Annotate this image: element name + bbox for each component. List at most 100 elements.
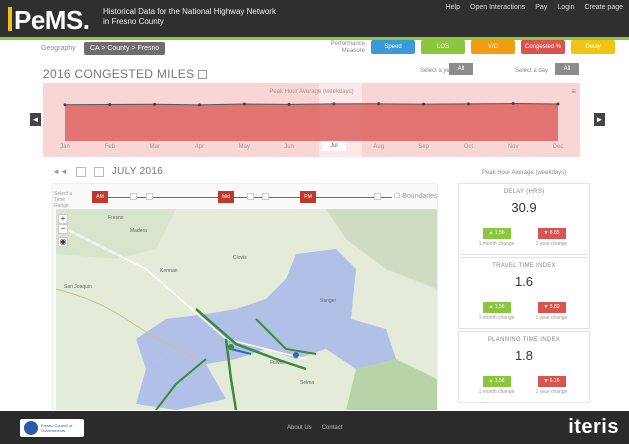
chart-point[interactable] <box>197 103 201 107</box>
chart-next-arrow[interactable]: ► <box>594 113 605 126</box>
measure-button-vc[interactable]: V/C <box>471 40 515 54</box>
map-place-label: Clovis <box>233 255 247 261</box>
pems-logo[interactable]: PeMS. <box>14 5 90 36</box>
month-tick-label[interactable]: Sep <box>418 144 429 150</box>
chart-point[interactable] <box>377 102 381 106</box>
chart-point[interactable] <box>242 102 246 106</box>
month-tick-label[interactable]: Jun <box>284 144 294 150</box>
header-subtitle-line2: in Fresno County <box>103 17 164 26</box>
year-change-badge: ▼ 5.80 <box>537 302 566 313</box>
page-title: 2016 CONGESTED MILES <box>43 67 208 81</box>
month-change: ▲ 1.56 1 month change <box>471 369 523 395</box>
month-change-caption: 1 month change <box>478 315 515 321</box>
measure-label: Performance Measure <box>330 41 365 54</box>
nav-pay[interactable]: Pay <box>535 4 547 11</box>
measure-button-los[interactable]: LOS <box>421 40 465 54</box>
traffic-map[interactable] <box>56 209 437 410</box>
page-title-text: 2016 CONGESTED MILES <box>43 67 195 81</box>
time-slot-toggle[interactable] <box>130 193 137 200</box>
day-selector-label: Select a day <box>515 68 549 74</box>
time-slot-toggle[interactable] <box>247 193 254 200</box>
footer-link-contact[interactable]: Contact <box>322 425 343 431</box>
nav-create-page[interactable]: Create page <box>584 4 623 11</box>
locate-button[interactable]: ◉ <box>58 237 68 247</box>
metric-title: DELAY (HRS) <box>503 189 545 195</box>
map-place-label: Kerman <box>160 268 178 274</box>
nav-help[interactable]: Help <box>446 4 460 11</box>
time-am-peak-button[interactable]: AM Peak <box>92 191 108 212</box>
month-tick-label[interactable]: May <box>239 144 250 150</box>
iteris-logo[interactable]: iteris <box>568 416 619 439</box>
date-row: ◄◄ JULY 2016 <box>52 166 163 177</box>
month-tick-label[interactable]: Oct <box>464 144 473 150</box>
month-tick-label[interactable]: Nov <box>508 144 519 150</box>
year-selector[interactable]: All <box>449 63 473 75</box>
nav-open-interactions[interactable]: Open Interactions <box>470 4 525 11</box>
header-nav: Help Open Interactions Pay Login Create … <box>446 4 623 11</box>
metric-value: 1.6 <box>514 274 534 289</box>
year-change-badge: ▼ 8.85 <box>537 228 566 239</box>
metric-value: 30.9 <box>511 200 537 215</box>
nav-login[interactable]: Login <box>557 4 574 11</box>
chart-prev-arrow[interactable]: ◄ <box>30 113 41 126</box>
day-selector[interactable]: All <box>555 63 579 75</box>
month-change-badge: ▲ 1.56 <box>482 302 511 313</box>
time-slot-toggle[interactable] <box>146 193 153 200</box>
month-tick-label[interactable]: Dec <box>553 144 564 150</box>
measure-button-delay[interactable]: Delay <box>571 40 615 54</box>
chart-point[interactable] <box>332 102 336 106</box>
chart-area <box>65 103 558 141</box>
month-tick-label[interactable]: Apr <box>195 144 204 150</box>
month-tick-label[interactable]: Mar <box>149 144 159 150</box>
footer-link-about[interactable]: About Us <box>287 425 312 431</box>
month-change: ▲ 1.56 1 month change <box>471 221 523 247</box>
prev-period-button[interactable]: ◄◄ <box>52 167 68 176</box>
month-tick-label[interactable]: Aug <box>373 144 384 150</box>
map-place-label: Selma <box>300 380 315 386</box>
geography-label: Geography <box>41 45 76 52</box>
month-tick-label[interactable]: Jan <box>60 144 70 150</box>
month-change-caption: 1 month change <box>478 241 515 247</box>
boundaries-toggle[interactable]: ☐ Boundaries <box>394 192 438 200</box>
header-subtitle: Historical Data for the National Highway… <box>103 7 303 27</box>
time-range-line <box>92 197 392 198</box>
geography-selector[interactable]: CA > County > Fresno <box>84 42 166 55</box>
info-icon[interactable] <box>198 70 208 80</box>
zoom-in-button[interactable]: + <box>58 214 68 224</box>
map-toolbar: Select a Time Range AM Peak Mid Day PM P… <box>52 186 438 212</box>
month-axis: Jan Feb Mar Apr May Jun Jul Aug Sep Oct Nov Dec <box>43 141 580 157</box>
measure-button-congested[interactable]: Congested % <box>521 40 565 54</box>
month-tick-label[interactable]: Feb <box>105 144 115 150</box>
boundaries-label: Boundaries <box>402 193 438 200</box>
chart-point[interactable] <box>153 102 157 106</box>
time-midday-button[interactable]: Mid Day <box>218 191 234 212</box>
chart-point[interactable] <box>287 102 291 106</box>
zoom-out-button[interactable]: − <box>58 224 68 234</box>
measure-button-speed[interactable]: Speed <box>371 40 415 54</box>
map-graphic <box>56 209 437 410</box>
chart-point[interactable] <box>422 102 426 106</box>
metric-card-pti: PLANNING TIME INDEX 1.8 ▲ 1.56 1 month c… <box>458 331 590 403</box>
year-change-caption: 1 year change <box>535 315 568 321</box>
current-date: JULY 2016 <box>111 166 164 177</box>
month-change-caption: 1 month change <box>478 389 515 395</box>
metric-title: TRAVEL TIME INDEX <box>492 263 556 269</box>
year-change-caption: 1 year change <box>535 389 568 395</box>
month-tick-label[interactable]: Jul <box>322 141 346 151</box>
time-pm-peak-button[interactable]: PM Peak <box>300 191 316 212</box>
map-place-label: Sanger <box>320 298 337 304</box>
chart-point[interactable] <box>63 103 67 107</box>
calendar-alt-icon[interactable] <box>93 166 104 177</box>
year-change: ▼ 8.85 1 year change <box>526 221 578 247</box>
chart-point[interactable] <box>511 102 515 106</box>
chart-point[interactable] <box>108 103 112 107</box>
metric-card-delay: DELAY (HRS) 30.9 ▲ 1.56 1 month change ▼… <box>458 183 590 255</box>
calendar-icon[interactable] <box>75 166 86 177</box>
time-slot-toggle[interactable] <box>374 193 381 200</box>
header-subtitle-line1: Historical Data for the National Highway… <box>103 7 276 16</box>
year-change: ▼ 6.16 1 year change <box>526 369 578 395</box>
time-slot-toggle[interactable] <box>262 193 269 200</box>
top-header: PeMS. Historical Data for the National H… <box>0 0 629 40</box>
chart-point[interactable] <box>556 102 560 106</box>
chart-point[interactable] <box>466 102 470 106</box>
